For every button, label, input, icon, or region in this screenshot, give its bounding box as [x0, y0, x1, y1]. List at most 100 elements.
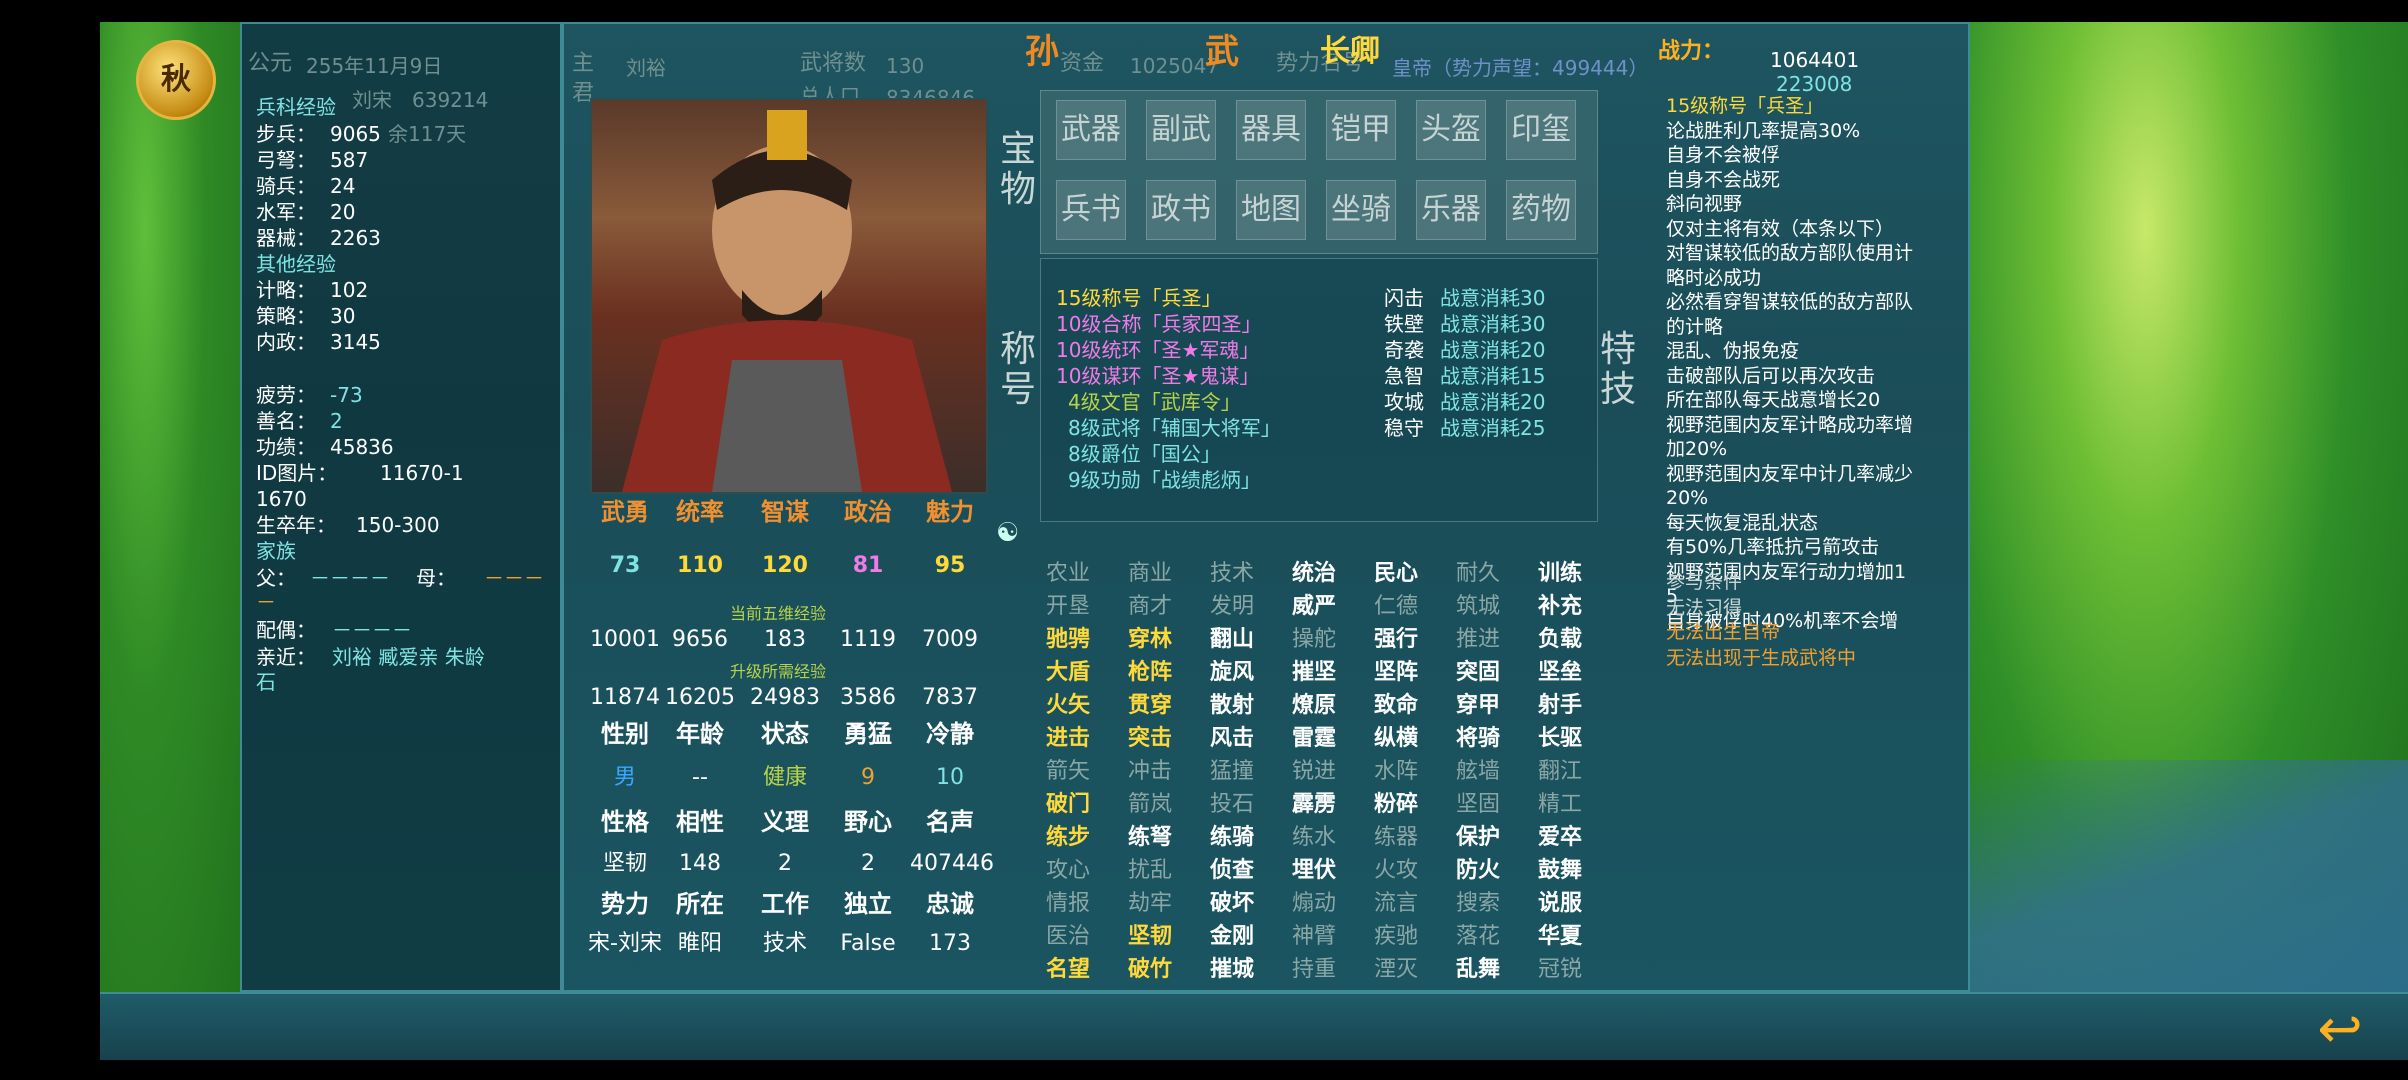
special-skill-cell[interactable]: 情报	[1046, 892, 1090, 916]
special-skill-cell[interactable]: 神臂	[1292, 925, 1336, 949]
special-skill-cell[interactable]: 商才	[1128, 595, 1172, 619]
special-skill-cell[interactable]: 补充	[1538, 595, 1582, 619]
special-skill-cell[interactable]: 坚垒	[1538, 661, 1582, 685]
special-skill-cell[interactable]: 燎原	[1292, 694, 1336, 718]
treasure-slot[interactable]: 器具	[1236, 100, 1306, 160]
special-skill-cell[interactable]: 名望	[1046, 958, 1090, 982]
special-skill-cell[interactable]: 致命	[1374, 694, 1418, 718]
special-skill-cell[interactable]: 疾驰	[1374, 925, 1418, 949]
special-skill-cell[interactable]: 火矢	[1046, 694, 1090, 718]
special-skill-cell[interactable]: 爱卒	[1538, 826, 1582, 850]
special-skill-cell[interactable]: 大盾	[1046, 661, 1090, 685]
treasure-slot[interactable]: 铠甲	[1326, 100, 1396, 160]
treasure-slot[interactable]: 药物	[1506, 180, 1576, 240]
special-skill-cell[interactable]: 鼓舞	[1538, 859, 1582, 883]
special-skill-cell[interactable]: 箭岚	[1128, 793, 1172, 817]
special-skill-cell[interactable]: 民心	[1374, 562, 1418, 586]
special-skill-cell[interactable]: 水阵	[1374, 760, 1418, 784]
special-skill-cell[interactable]: 纵横	[1374, 727, 1418, 751]
special-skill-cell[interactable]: 乱舞	[1456, 958, 1500, 982]
special-skill-cell[interactable]: 操舵	[1292, 628, 1336, 652]
season-badge[interactable]: 秋	[136, 40, 216, 120]
special-skill-cell[interactable]: 舷墙	[1456, 760, 1500, 784]
special-skill-cell[interactable]: 威严	[1292, 595, 1336, 619]
special-skill-cell[interactable]: 摧坚	[1292, 661, 1336, 685]
special-skill-cell[interactable]: 侦查	[1210, 859, 1254, 883]
special-skill-cell[interactable]: 投石	[1210, 793, 1254, 817]
special-skill-cell[interactable]: 搜索	[1456, 892, 1500, 916]
special-skill-cell[interactable]: 持重	[1292, 958, 1336, 982]
special-skill-cell[interactable]: 霹雳	[1292, 793, 1336, 817]
special-skill-cell[interactable]: 流言	[1374, 892, 1418, 916]
special-skill-cell[interactable]: 火攻	[1374, 859, 1418, 883]
special-skill-cell[interactable]: 说服	[1538, 892, 1582, 916]
special-skill-cell[interactable]: 耐久	[1456, 562, 1500, 586]
special-skill-cell[interactable]: 仁德	[1374, 595, 1418, 619]
special-skill-cell[interactable]: 发明	[1210, 595, 1254, 619]
special-skill-cell[interactable]: 散射	[1210, 694, 1254, 718]
special-skill-cell[interactable]: 突击	[1128, 727, 1172, 751]
treasure-slot[interactable]: 乐器	[1416, 180, 1486, 240]
special-skill-cell[interactable]: 旋风	[1210, 661, 1254, 685]
special-skill-cell[interactable]: 训练	[1538, 562, 1582, 586]
special-skill-cell[interactable]: 推进	[1456, 628, 1500, 652]
treasure-slot[interactable]: 副武	[1146, 100, 1216, 160]
special-skill-cell[interactable]: 落花	[1456, 925, 1500, 949]
special-skill-cell[interactable]: 练水	[1292, 826, 1336, 850]
special-skill-cell[interactable]: 破竹	[1128, 958, 1172, 982]
special-skill-cell[interactable]: 粉碎	[1374, 793, 1418, 817]
special-skill-cell[interactable]: 扰乱	[1128, 859, 1172, 883]
special-skill-cell[interactable]: 技术	[1210, 562, 1254, 586]
special-skill-cell[interactable]: 风击	[1210, 727, 1254, 751]
treasure-slot[interactable]: 武器	[1056, 100, 1126, 160]
special-skill-cell[interactable]: 坚韧	[1128, 925, 1172, 949]
special-skill-cell[interactable]: 穿甲	[1456, 694, 1500, 718]
special-skill-cell[interactable]: 坚固	[1456, 793, 1500, 817]
special-skill-cell[interactable]: 进击	[1046, 727, 1090, 751]
treasure-slot[interactable]: 头盔	[1416, 100, 1486, 160]
special-skill-cell[interactable]: 摧城	[1210, 958, 1254, 982]
special-skill-cell[interactable]: 筑城	[1456, 595, 1500, 619]
special-skill-cell[interactable]: 穿林	[1128, 628, 1172, 652]
special-skill-cell[interactable]: 锐进	[1292, 760, 1336, 784]
special-skill-cell[interactable]: 练弩	[1128, 826, 1172, 850]
special-skill-cell[interactable]: 雷霆	[1292, 727, 1336, 751]
treasure-slot[interactable]: 地图	[1236, 180, 1306, 240]
special-skill-cell[interactable]: 医治	[1046, 925, 1090, 949]
return-button[interactable]: ↩	[2290, 1000, 2390, 1058]
special-skill-cell[interactable]: 防火	[1456, 859, 1500, 883]
special-skill-cell[interactable]: 练器	[1374, 826, 1418, 850]
special-skill-cell[interactable]: 枪阵	[1128, 661, 1172, 685]
treasure-slot[interactable]: 政书	[1146, 180, 1216, 240]
special-skill-cell[interactable]: 冠锐	[1538, 958, 1582, 982]
yin-yang-icon[interactable]: ☯	[996, 518, 1019, 548]
special-skill-cell[interactable]: 开垦	[1046, 595, 1090, 619]
treasure-slot[interactable]: 兵书	[1056, 180, 1126, 240]
special-skill-cell[interactable]: 坚阵	[1374, 661, 1418, 685]
special-skill-cell[interactable]: 煽动	[1292, 892, 1336, 916]
special-skill-cell[interactable]: 驰骋	[1046, 628, 1090, 652]
special-skill-cell[interactable]: 金刚	[1210, 925, 1254, 949]
special-skill-cell[interactable]: 劫牢	[1128, 892, 1172, 916]
special-skill-cell[interactable]: 埋伏	[1292, 859, 1336, 883]
special-skill-cell[interactable]: 练骑	[1210, 826, 1254, 850]
treasure-slot[interactable]: 坐骑	[1326, 180, 1396, 240]
special-skill-cell[interactable]: 湮灭	[1374, 958, 1418, 982]
special-skill-cell[interactable]: 冲击	[1128, 760, 1172, 784]
special-skill-cell[interactable]: 将骑	[1456, 727, 1500, 751]
special-skill-cell[interactable]: 统治	[1292, 562, 1336, 586]
special-skill-cell[interactable]: 箭矢	[1046, 760, 1090, 784]
special-skill-cell[interactable]: 商业	[1128, 562, 1172, 586]
special-skill-cell[interactable]: 翻山	[1210, 628, 1254, 652]
special-skill-cell[interactable]: 翻江	[1538, 760, 1582, 784]
special-skill-cell[interactable]: 破坏	[1210, 892, 1254, 916]
special-skill-cell[interactable]: 强行	[1374, 628, 1418, 652]
treasure-slot[interactable]: 印玺	[1506, 100, 1576, 160]
special-skill-cell[interactable]: 猛撞	[1210, 760, 1254, 784]
special-skill-cell[interactable]: 华夏	[1538, 925, 1582, 949]
special-skill-cell[interactable]: 破门	[1046, 793, 1090, 817]
special-skill-cell[interactable]: 精工	[1538, 793, 1582, 817]
special-skill-cell[interactable]: 农业	[1046, 562, 1090, 586]
special-skill-cell[interactable]: 攻心	[1046, 859, 1090, 883]
special-skill-cell[interactable]: 练步	[1046, 826, 1090, 850]
